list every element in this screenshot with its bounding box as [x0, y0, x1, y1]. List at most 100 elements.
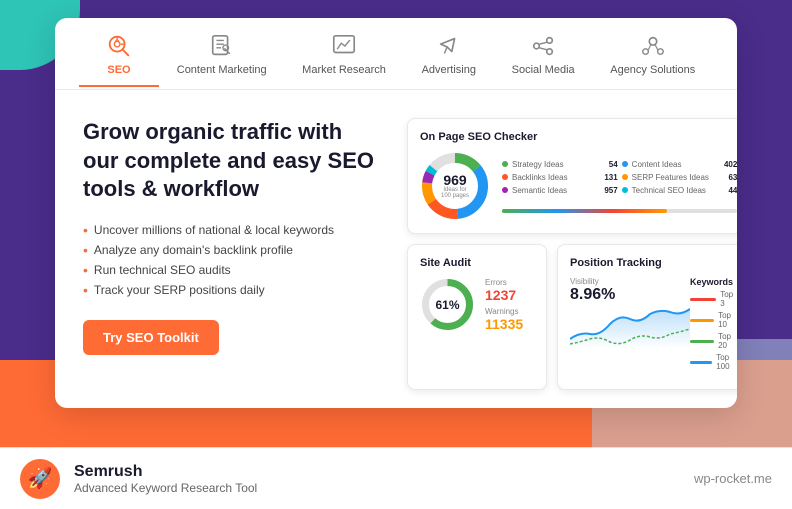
- stat-value-0: 54: [609, 160, 618, 169]
- donut-chart: 969 Ideas for100 pages: [420, 151, 490, 221]
- bullet-2-text: Analyze any domain's backlink profile: [94, 243, 293, 257]
- market-icon: [330, 32, 358, 60]
- footer-url: wp-rocket.me: [694, 471, 772, 486]
- visibility-section: Visibility 8.96%: [570, 277, 690, 349]
- stat-row-2: Backlinks Ideas 131: [502, 173, 618, 182]
- tab-seo[interactable]: SEO: [79, 22, 159, 86]
- stat-dot-3: [622, 174, 628, 180]
- audit-warnings: Warnings 11335: [485, 307, 523, 332]
- visibility-value: 8.96%: [570, 286, 690, 304]
- keyword-line-top100: [690, 361, 712, 364]
- progress-bar-fill: [502, 209, 667, 213]
- keyword-label-top100: Top 100: [716, 353, 737, 371]
- stat-label-4: Semantic Ideas: [512, 186, 600, 195]
- errors-label: Errors: [485, 278, 523, 287]
- stat-dot-1: [622, 161, 628, 167]
- keywords-section: Keywords Top 3 Top 10: [690, 277, 737, 371]
- keyword-label-top3: Top 3: [720, 290, 737, 308]
- stat-dot-2: [502, 174, 508, 180]
- seo-checker-card: On Page SEO Checker: [407, 118, 737, 234]
- sparkline: [570, 304, 690, 349]
- warnings-value: 11335: [485, 316, 523, 332]
- tab-market[interactable]: Market Research: [284, 22, 403, 86]
- social-icon: [529, 32, 557, 60]
- stat-value-1: 402: [724, 160, 737, 169]
- semrush-logo-icon: 🚀: [28, 466, 53, 491]
- site-audit-title: Site Audit: [420, 257, 534, 269]
- footer-title: Semrush: [74, 463, 694, 481]
- donut-center: 969 Ideas for100 pages: [441, 173, 469, 199]
- keyword-line-top20: [690, 340, 714, 343]
- bullet-1: Uncover millions of national & local key…: [83, 220, 383, 240]
- seo-icon: [105, 32, 133, 60]
- stat-value-3: 63: [728, 173, 737, 182]
- tab-advertising-label: Advertising: [422, 64, 476, 76]
- stat-label-1: Content Ideas: [632, 160, 720, 169]
- audit-content: 61% Errors 1237 Warnings 11335: [420, 277, 534, 332]
- left-section: Grow organic traffic with our complete a…: [83, 118, 383, 388]
- stat-label-5: Technical SEO Ideas: [632, 186, 725, 195]
- position-title: Position Tracking: [570, 257, 737, 269]
- position-header: Visibility 8.96%: [570, 277, 737, 371]
- progress-bar: [502, 209, 737, 213]
- stat-dot-4: [502, 187, 508, 193]
- keyword-label-top10: Top 10: [718, 311, 737, 329]
- bullet-2: Analyze any domain's backlink profile: [83, 240, 383, 260]
- stat-label-2: Backlinks Ideas: [512, 173, 600, 182]
- bullet-3: Run technical SEO audits: [83, 260, 383, 280]
- footer-bar: 🚀 Semrush Advanced Keyword Research Tool…: [0, 447, 792, 509]
- donut-value: 969: [441, 173, 469, 187]
- circle-progress: 61%: [420, 277, 475, 332]
- content-area: Grow organic traffic with our complete a…: [55, 90, 737, 408]
- tab-content-label: Content Marketing: [177, 64, 267, 76]
- progress-bar-wrapper: [502, 203, 737, 213]
- stat-value-5: 44: [728, 186, 737, 195]
- stat-label-3: SERP Features Ideas: [632, 173, 725, 182]
- bullet-1-text: Uncover millions of national & local key…: [94, 223, 334, 237]
- audit-score-pct: 61%: [435, 298, 459, 312]
- seo-checker-title: On Page SEO Checker: [420, 131, 737, 143]
- tab-agency[interactable]: Agency Solutions: [592, 22, 713, 86]
- keyword-line-top3: [690, 298, 716, 301]
- content-icon: [208, 32, 236, 60]
- tab-advertising[interactable]: Advertising: [404, 22, 494, 86]
- right-section: On Page SEO Checker: [407, 118, 737, 388]
- errors-value: 1237: [485, 287, 523, 303]
- advertising-icon: [435, 32, 463, 60]
- stat-label-0: Strategy Ideas: [512, 160, 605, 169]
- stat-dot-0: [502, 161, 508, 167]
- audit-errors: Errors 1237: [485, 278, 523, 303]
- bottom-cards: Site Audit 61%: [407, 244, 737, 390]
- tab-social[interactable]: Social Media: [494, 22, 593, 86]
- footer-text: Semrush Advanced Keyword Research Tool: [74, 463, 694, 495]
- footer-logo: 🚀: [20, 459, 60, 499]
- tab-market-label: Market Research: [302, 64, 386, 76]
- outer-wrapper: SEO Content Marketing: [0, 0, 792, 509]
- tab-social-label: Social Media: [512, 64, 575, 76]
- bullet-4: Track your SERP positions daily: [83, 280, 383, 300]
- tab-content[interactable]: Content Marketing: [159, 22, 284, 86]
- position-tracking-card: Position Tracking Visibility 8.96%: [557, 244, 737, 390]
- keyword-label-top20: Top 20: [718, 332, 737, 350]
- keyword-top10: Top 10: [690, 311, 737, 329]
- donut-sub: Ideas for100 pages: [441, 187, 469, 199]
- stat-row-1: Content Ideas 402: [622, 160, 737, 169]
- cta-button[interactable]: Try SEO Toolkit: [83, 320, 219, 355]
- stat-value-2: 131: [604, 173, 617, 182]
- tab-agency-label: Agency Solutions: [610, 64, 695, 76]
- bullet-3-text: Run technical SEO audits: [94, 263, 231, 277]
- agency-icon: [639, 32, 667, 60]
- stat-dot-5: [622, 187, 628, 193]
- nav-tabs: SEO Content Marketing: [55, 18, 737, 90]
- bullet-4-text: Track your SERP positions daily: [94, 283, 265, 297]
- visibility-label: Visibility: [570, 277, 690, 286]
- tab-seo-label: SEO: [107, 64, 130, 76]
- keyword-top3: Top 3: [690, 290, 737, 308]
- footer-subtitle: Advanced Keyword Research Tool: [74, 481, 694, 495]
- keyword-top100: Top 100: [690, 353, 737, 371]
- main-card: SEO Content Marketing: [55, 18, 737, 408]
- audit-numbers: Errors 1237 Warnings 11335: [485, 278, 523, 332]
- keyword-line-top10: [690, 319, 714, 322]
- warnings-label: Warnings: [485, 307, 523, 316]
- stat-value-4: 957: [604, 186, 617, 195]
